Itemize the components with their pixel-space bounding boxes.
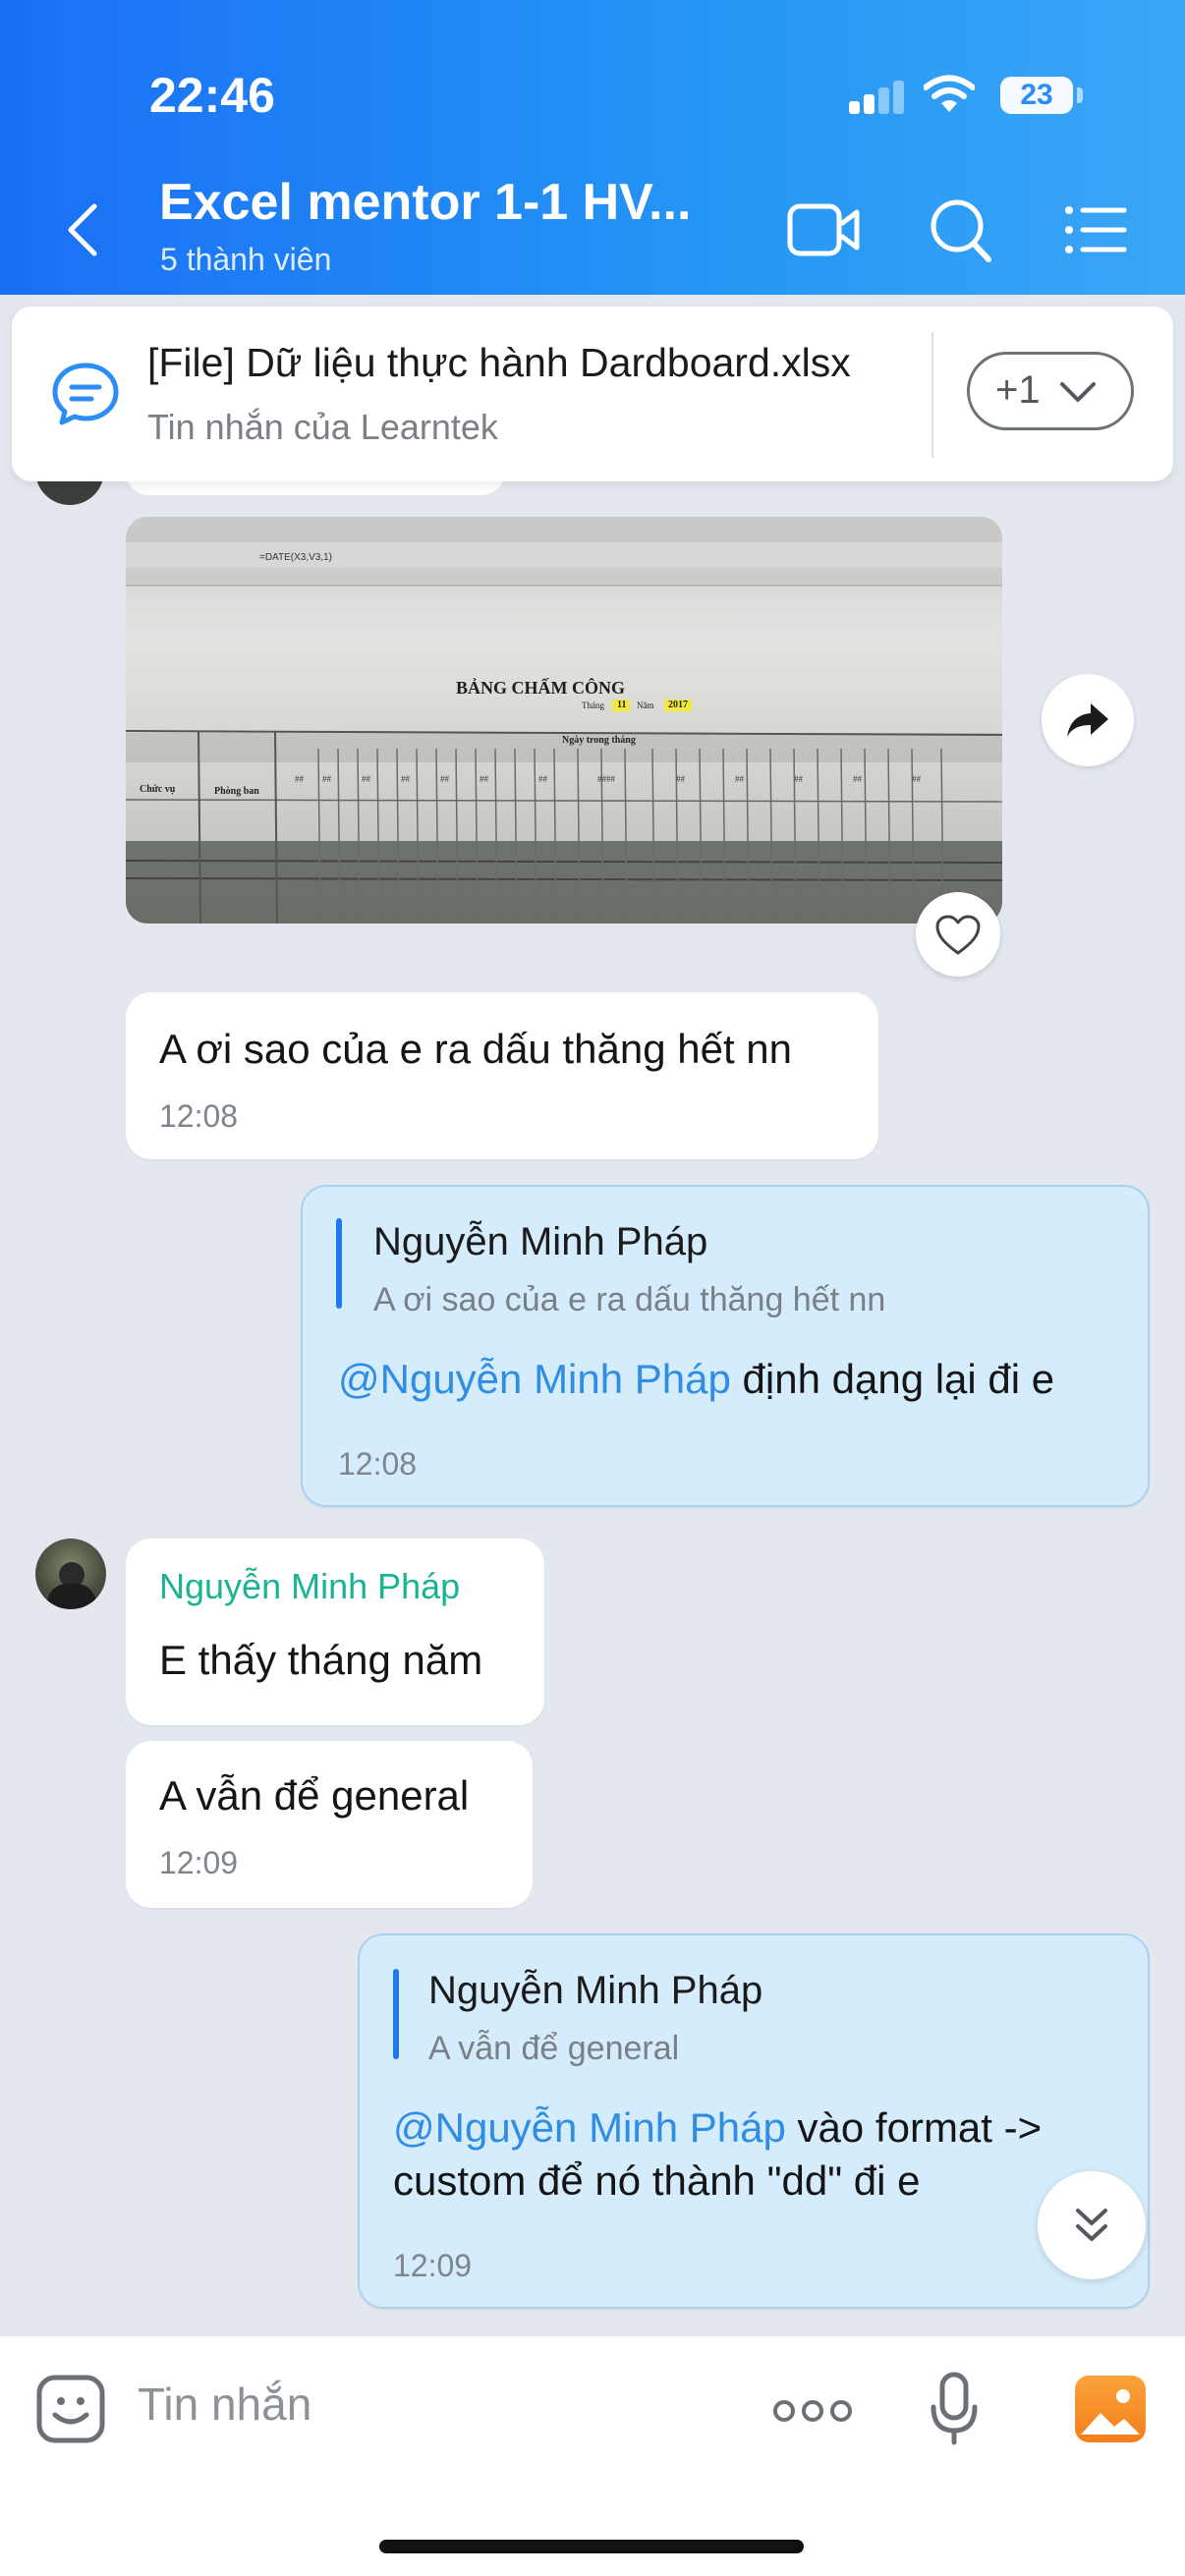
message-text: A ơi sao của e ra dấu thăng hết nn: [159, 1026, 793, 1072]
like-button[interactable]: [916, 892, 1000, 977]
message-time: 12:09: [393, 2248, 473, 2283]
message-text: E thấy tháng năm: [159, 1637, 483, 1683]
message-text-line2: custom để nó thành "dd" đi e: [393, 2157, 921, 2204]
spreadsheet-drawing: ## ## ## ## ## ## ## #### ## ## ## ## ##: [126, 517, 1002, 924]
back-arrow-icon[interactable]: [61, 200, 104, 259]
svg-text:##: ##: [538, 774, 548, 784]
message-bubble[interactable]: A ơi sao của e ra dấu thăng hết nn 12:08: [126, 992, 878, 1159]
quote-text: A vẫn để general: [428, 2030, 680, 2067]
sheet-month-label: Tháng: [582, 700, 604, 710]
my-reply-bubble[interactable]: Nguyễn Minh Pháp A ơi sao của e ra dấu t…: [301, 1185, 1150, 1507]
mention-link[interactable]: @Nguyễn Minh Pháp: [338, 1356, 731, 1402]
sheet-formula: =DATE(X3,V3,1): [259, 552, 333, 563]
double-chevron-down-icon: [1076, 2209, 1107, 2241]
svg-text:##: ##: [322, 774, 332, 784]
message-input[interactable]: Tin nhắn: [138, 2378, 311, 2431]
message-time: 12:09: [159, 1845, 239, 1880]
svg-text:##: ##: [735, 774, 745, 784]
search-icon[interactable]: [928, 196, 994, 265]
sheet-col-department: Phòng ban: [214, 786, 259, 797]
svg-text:####: ####: [597, 774, 616, 784]
message-text: A vẫn để general: [159, 1772, 470, 1819]
sticker-icon[interactable]: [35, 2374, 106, 2444]
svg-text:##: ##: [295, 774, 305, 784]
menu-list-icon[interactable]: [1063, 204, 1128, 255]
sheet-title: BẢNG CHẤM CÔNG: [456, 678, 625, 698]
share-button[interactable]: [1042, 674, 1134, 766]
gallery-hills: [1081, 2413, 1140, 2435]
member-count[interactable]: 5 thành viên: [160, 242, 331, 278]
heart-icon: [935, 915, 981, 955]
quote-name: Nguyễn Minh Pháp: [428, 1969, 763, 2012]
svg-text:##: ##: [912, 774, 922, 784]
chat-title[interactable]: Excel mentor 1-1 HV...: [159, 173, 691, 232]
share-arrow-icon: [1067, 703, 1108, 737]
svg-text:##: ##: [853, 774, 863, 784]
battery-level: 23: [1020, 79, 1053, 111]
battery-tip: [1077, 87, 1083, 103]
gallery-icon[interactable]: [1075, 2376, 1146, 2442]
svg-text:##: ##: [362, 774, 371, 784]
message-time: 12:08: [338, 1446, 418, 1482]
sheet-year: 2017: [668, 700, 688, 710]
message-text-body: vào format ->: [785, 2104, 1043, 2151]
message-text: @Nguyễn Minh Pháp vào format ->: [393, 2104, 1042, 2152]
chat-bubble-icon: [52, 363, 119, 425]
quote-bar: [393, 1969, 399, 2059]
svg-text:##: ##: [794, 774, 804, 784]
message-text: @Nguyễn Minh Pháp định dạng lại đi e: [338, 1356, 1054, 1403]
signal-icon: [849, 81, 904, 114]
message-bubble[interactable]: A vẫn để general 12:09: [126, 1741, 533, 1908]
svg-text:##: ##: [676, 774, 686, 784]
sheet-month: 11: [617, 700, 627, 710]
home-indicator: [379, 2540, 804, 2553]
chat-header: 22:46 23 Excel mentor 1-1 HV... 5 thành …: [0, 0, 1185, 295]
sender-name[interactable]: Nguyễn Minh Pháp: [159, 1566, 460, 1607]
pinned-more-label: +1: [995, 368, 1041, 412]
sheet-col-position: Chức vụ: [140, 784, 176, 795]
more-options-icon[interactable]: [772, 2399, 853, 2423]
sheet-days-header: Ngày trong tháng: [562, 735, 636, 746]
avatar[interactable]: [35, 1539, 106, 1609]
svg-text:##: ##: [401, 774, 411, 784]
mention-link[interactable]: @Nguyễn Minh Pháp: [393, 2104, 786, 2151]
battery-icon: 23: [1000, 77, 1073, 114]
pinned-message-bar[interactable]: [File] Dữ liệu thực hành Dardboard.xlsx …: [12, 307, 1173, 481]
message-time: 12:08: [159, 1098, 239, 1134]
svg-text:##: ##: [440, 774, 450, 784]
quote-name: Nguyễn Minh Pháp: [373, 1220, 708, 1263]
chevron-down-icon: [1060, 382, 1096, 402]
pinned-more-button[interactable]: +1: [967, 352, 1134, 430]
my-reply-bubble[interactable]: Nguyễn Minh Pháp A vẫn để general @Nguyễ…: [358, 1933, 1150, 2309]
avatar-body: [47, 1584, 96, 1609]
microphone-icon[interactable]: [930, 2372, 979, 2446]
scroll-to-bottom-button[interactable]: [1038, 2171, 1146, 2279]
video-call-icon[interactable]: [786, 198, 861, 261]
pinned-subtitle: Tin nhắn của Learntek: [147, 407, 498, 447]
svg-text:##: ##: [480, 774, 489, 784]
spreadsheet-photo[interactable]: ## ## ## ## ## ## ## #### ## ## ## ## ## =DATE(X…: [126, 517, 1002, 924]
quote-bar: [336, 1218, 342, 1309]
sheet-year-label: Năm: [637, 700, 654, 710]
quote-text: A ơi sao của e ra dấu thăng hết nn: [373, 1281, 886, 1318]
pinned-title: [File] Dữ liệu thực hành Dardboard.xlsx: [147, 340, 851, 385]
divider: [931, 332, 933, 458]
message-bubble[interactable]: Nguyễn Minh Pháp E thấy tháng năm: [126, 1539, 544, 1725]
wifi-icon: [924, 75, 975, 112]
status-time: 22:46: [149, 68, 275, 123]
message-text-body: định dạng lại đi e: [730, 1356, 1055, 1402]
